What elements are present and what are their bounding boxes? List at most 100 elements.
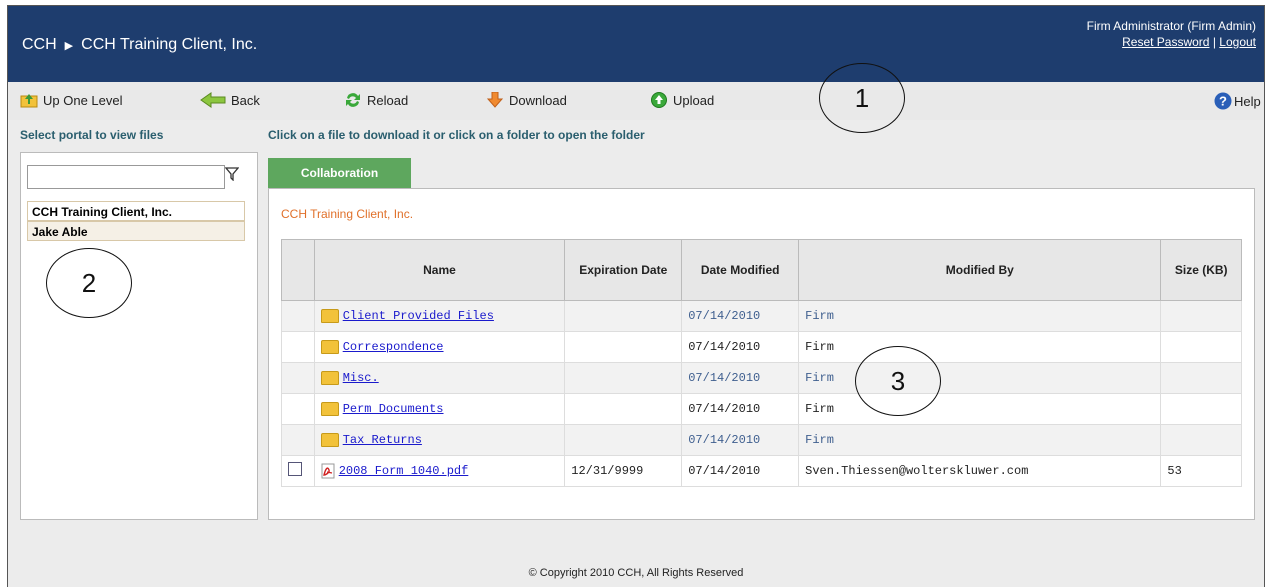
annotation-circle-2: 2 [46, 248, 132, 318]
breadcrumb: CCH ▶ CCH Training Client, Inc. [22, 36, 257, 54]
reload-label: Reload [367, 92, 409, 108]
expiration-cell [564, 362, 683, 394]
size-cell [1160, 300, 1242, 332]
client-name: CCH Training Client, Inc. [281, 207, 414, 221]
breadcrumb-current: CCH Training Client, Inc. [81, 36, 258, 53]
select-column-header [281, 239, 315, 301]
back-button[interactable]: Back [200, 92, 260, 108]
modified-column-header[interactable]: Date Modified [681, 239, 800, 301]
expiration-column-header[interactable]: Expiration Date [564, 239, 683, 301]
help-button[interactable]: ? Help [1214, 92, 1261, 110]
size-cell: 53 [1160, 455, 1242, 487]
table-row[interactable]: Correspondence 07/14/2010 Firm [281, 331, 1242, 363]
modified-by-cell: Firm [798, 300, 1162, 332]
tab-collaboration[interactable]: Collaboration [268, 158, 411, 189]
folder-link[interactable]: Correspondence [343, 340, 444, 354]
expiration-cell [564, 424, 683, 456]
portal-item-jake-able[interactable]: Jake Able [27, 221, 245, 241]
modified-cell: 07/14/2010 [681, 424, 800, 456]
folder-icon [320, 433, 339, 447]
modified-cell: 07/14/2010 [681, 455, 800, 487]
link-separator: | [1212, 35, 1216, 49]
modified-cell: 07/14/2010 [681, 362, 800, 394]
sidebar-title: Select portal to view files [20, 128, 164, 142]
select-cell [281, 455, 315, 487]
annotation-circle-1: 1 [819, 63, 905, 133]
modified-cell: 07/14/2010 [681, 393, 800, 425]
portal-filter-input[interactable] [27, 165, 225, 189]
expiration-cell: 12/31/9999 [564, 455, 683, 487]
up-one-level-button[interactable]: Up One Level [20, 92, 123, 108]
modified-by-column-header[interactable]: Modified By [798, 239, 1162, 301]
file-table: Name Expiration Date Date Modified Modif… [281, 239, 1242, 487]
portal-sidebar: CCH Training Client, Inc. Jake Able [20, 152, 258, 520]
size-cell [1160, 424, 1242, 456]
size-cell [1160, 362, 1242, 394]
select-cell [281, 300, 315, 332]
help-label: Help [1234, 93, 1261, 109]
file-link[interactable]: 2008 Form 1040.pdf [339, 464, 469, 478]
modified-by-cell: Firm [798, 424, 1162, 456]
size-column-header[interactable]: Size (KB) [1160, 239, 1242, 301]
expiration-cell [564, 393, 683, 425]
folder-icon [320, 402, 339, 416]
table-row[interactable]: Client Provided Files 07/14/2010 Firm [281, 300, 1242, 332]
upload-button[interactable]: Upload [650, 92, 714, 108]
size-cell [1160, 331, 1242, 363]
app-window: CCH ▶ CCH Training Client, Inc. Firm Adm… [7, 5, 1265, 587]
instruction-text: Click on a file to download it or click … [268, 128, 645, 142]
name-column-header[interactable]: Name [313, 239, 566, 301]
user-name: Firm Administrator (Firm Admin) [1086, 19, 1256, 33]
copyright-footer: © Copyright 2010 CCH, All Rights Reserve… [528, 567, 744, 579]
modified-cell: 07/14/2010 [681, 331, 800, 363]
modified-by-cell: Firm [798, 393, 1162, 425]
expiration-cell [564, 331, 683, 363]
file-checkbox[interactable] [288, 462, 302, 476]
download-button[interactable]: Download [486, 92, 567, 108]
table-row[interactable]: Tax Returns 07/14/2010 Firm [281, 424, 1242, 456]
portal-item-cch-training-client[interactable]: CCH Training Client, Inc. [27, 201, 245, 221]
pdf-file-icon [321, 463, 335, 479]
folder-link[interactable]: Tax Returns [343, 433, 422, 447]
table-row[interactable]: 2008 Form 1040.pdf 12/31/9999 07/14/2010… [281, 455, 1242, 487]
select-cell [281, 393, 315, 425]
folder-link[interactable]: Perm Documents [343, 402, 444, 416]
reset-password-link[interactable]: Reset Password [1122, 35, 1209, 49]
toolbar: Up One Level Back Reload Download Upload… [8, 82, 1264, 120]
select-cell [281, 331, 315, 363]
reload-button[interactable]: Reload [344, 92, 408, 108]
folder-icon [320, 340, 339, 354]
folder-link[interactable]: Client Provided Files [343, 309, 494, 323]
folder-link[interactable]: Misc. [343, 371, 379, 385]
modified-by-cell: Firm [798, 362, 1162, 394]
select-cell [281, 362, 315, 394]
table-row[interactable]: Misc. 07/14/2010 Firm [281, 362, 1242, 394]
folder-icon [320, 309, 339, 323]
download-arrow-icon [486, 92, 504, 108]
annotation-circle-3: 3 [855, 346, 941, 416]
breadcrumb-root[interactable]: CCH [22, 36, 57, 54]
reload-icon [346, 93, 360, 107]
upload-label: Upload [673, 92, 715, 108]
modified-by-cell: Sven.Thiessen@wolterskluwer.com [798, 455, 1162, 487]
modified-cell: 07/14/2010 [681, 300, 800, 332]
table-row[interactable]: Perm Documents 07/14/2010 Firm [281, 393, 1242, 425]
filter-funnel-icon[interactable] [225, 167, 239, 181]
expiration-cell [564, 300, 683, 332]
upload-icon [651, 92, 667, 108]
svg-text:?: ? [1219, 94, 1227, 109]
user-info: Firm Administrator (Firm Admin) Reset Pa… [1087, 18, 1256, 50]
size-cell [1160, 393, 1242, 425]
back-label: Back [231, 92, 260, 108]
help-icon: ? [1214, 92, 1232, 110]
download-label: Download [509, 92, 567, 108]
chevron-right-icon: ▶ [64, 39, 74, 52]
up-one-level-label: Up One Level [43, 92, 123, 108]
modified-by-cell: Firm [798, 331, 1162, 363]
folder-icon [320, 371, 339, 385]
back-arrow-icon [200, 92, 226, 108]
folder-up-icon [20, 94, 38, 108]
file-panel: CCH Training Client, Inc. Name Expiratio… [268, 188, 1255, 520]
select-cell [281, 424, 315, 456]
logout-link[interactable]: Logout [1219, 35, 1256, 49]
